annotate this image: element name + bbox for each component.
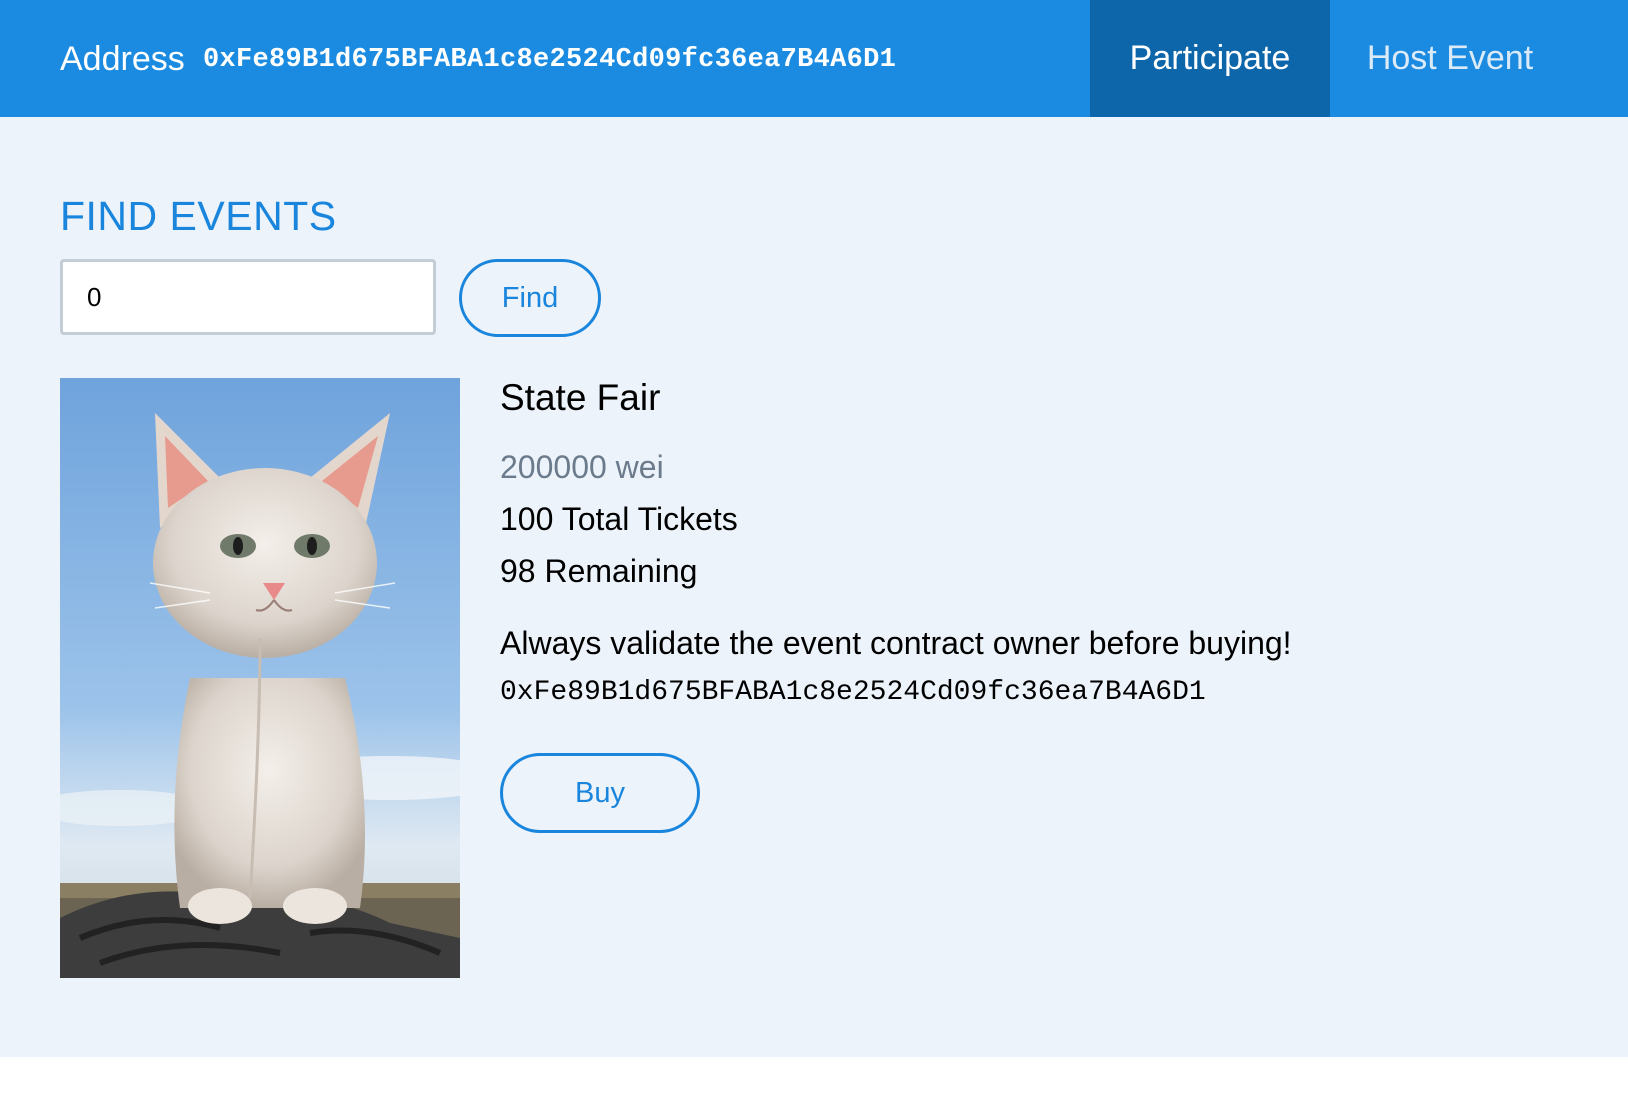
tab-participate[interactable]: Participate [1090,0,1330,117]
event-image [60,378,460,978]
top-navigation-bar: Address 0xFe89B1d675BFABA1c8e2524Cd09fc3… [0,0,1628,117]
event-owner-address: 0xFe89B1d675BFABA1c8e2524Cd09fc36ea7B4A6… [500,677,1206,708]
event-remaining-tickets: 98 Remaining [500,553,698,589]
event-total-tickets: 100 Total Tickets [500,501,738,537]
owner-warning-text: Always validate the event contract owner… [500,625,1292,661]
event-id-input[interactable] [60,259,436,335]
find-events-heading: FIND EVENTS [60,193,337,239]
address-value: 0xFe89B1d675BFABA1c8e2524Cd09fc36ea7B4A6… [203,45,897,75]
address-label: Address [60,40,185,78]
buy-button[interactable]: Buy [500,753,700,833]
event-price: 200000 wei [500,449,664,485]
find-button[interactable]: Find [459,259,601,337]
event-title: State Fair [500,377,661,418]
main-content: FIND EVENTS Find [0,117,1628,1057]
tab-host-event[interactable]: Host Event [1330,0,1570,117]
kitten-photo [60,378,460,978]
